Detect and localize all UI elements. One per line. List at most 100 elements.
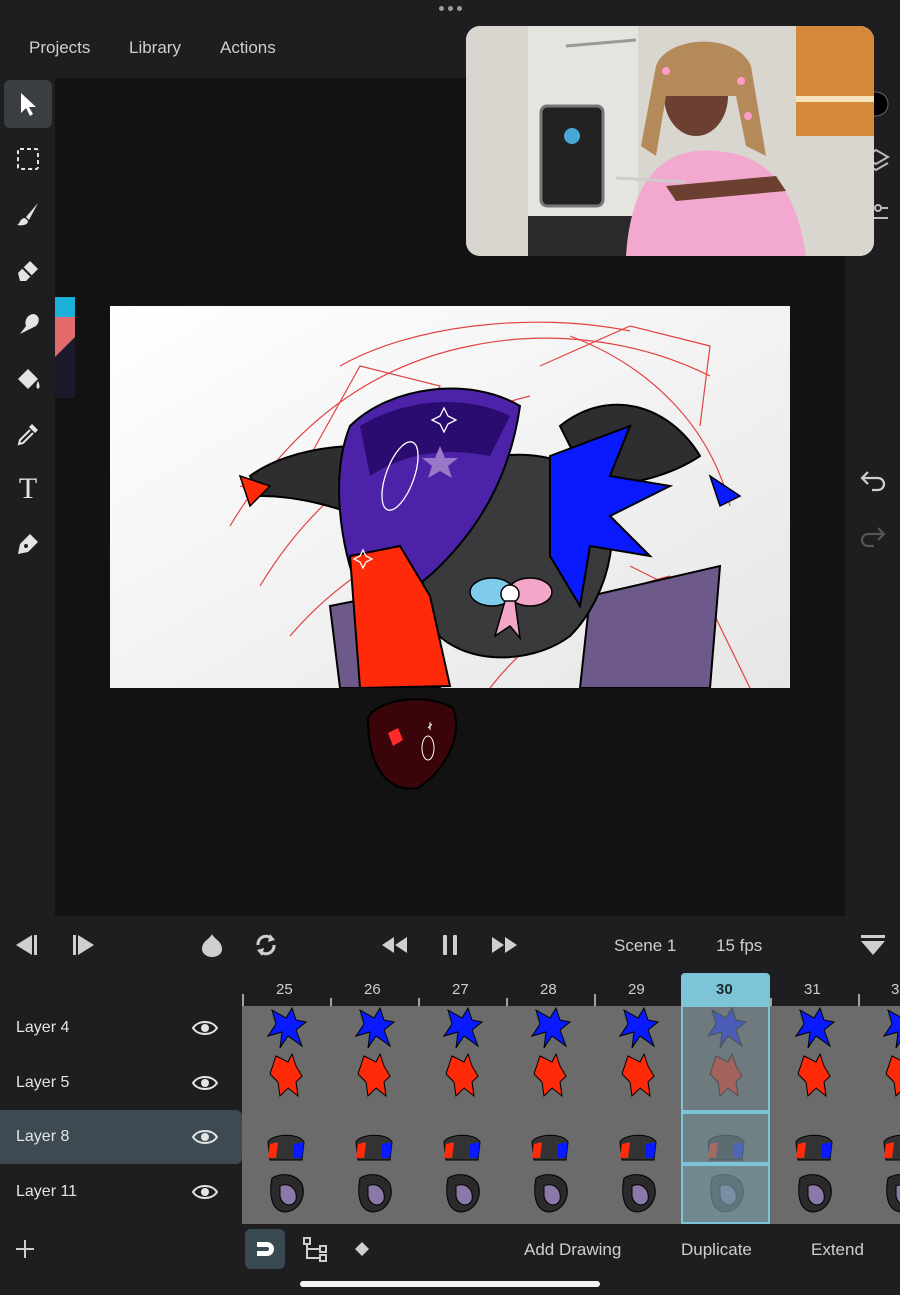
frame-column[interactable] [506,1006,594,1224]
frame-column[interactable] [858,1006,900,1224]
menu-library[interactable]: Library [129,38,181,58]
pause-button[interactable] [434,930,466,960]
ruler-ticks [242,994,860,1006]
video-pip[interactable] [466,26,874,256]
keyframe-diamond-icon[interactable] [354,1241,370,1257]
frame-thumb-layer11[interactable] [878,1170,900,1216]
frame-thumb-layer8[interactable] [350,1124,398,1170]
duplicate-button[interactable]: Duplicate [681,1240,752,1260]
frame-thumb-layer11[interactable] [790,1170,838,1216]
layer-row[interactable]: Layer 11 [0,1165,242,1219]
frame-number[interactable]: 27 [452,981,469,998]
rewind-button[interactable] [378,930,410,960]
loop-button[interactable] [250,930,282,960]
pen-nib-icon [18,534,38,554]
frame-thumb-layer4[interactable] [526,1006,574,1052]
layer-name: Layer 8 [16,1128,70,1145]
scene-selector[interactable]: Scene 1 [614,936,676,956]
text-tool[interactable]: T [4,465,52,513]
frame-thumb-layer4[interactable] [790,1006,838,1052]
arrow-pointer-icon [21,93,36,116]
frame-thumb-layer8[interactable] [526,1124,574,1170]
add-drawing-button[interactable]: Add Drawing [524,1240,621,1260]
frame-column[interactable] [418,1006,506,1224]
add-layer-icon[interactable] [14,1238,36,1260]
visibility-eye-icon[interactable] [192,1182,218,1202]
frame-thumb-layer4[interactable] [614,1006,662,1052]
tween-path-icon[interactable] [302,1236,328,1262]
frame-thumb-layer11[interactable] [438,1170,486,1216]
frame-column[interactable] [242,1006,330,1224]
frame-thumb-layer4[interactable] [878,1006,900,1052]
frame-grid[interactable] [242,1006,900,1224]
frame-thumb-layer5[interactable] [438,1052,486,1098]
frame-thumb-layer8[interactable] [878,1124,900,1170]
layer-list: Layer 4 Layer 5 Layer 8 Layer 11 [0,974,242,1224]
onion-skin-icon [202,934,222,957]
eyedropper-tool[interactable] [4,410,52,458]
frame-thumb-layer5[interactable] [350,1052,398,1098]
next-frame-button[interactable] [68,930,100,960]
visibility-eye-icon[interactable] [192,1127,218,1147]
frame-thumb-layer11[interactable] [262,1170,310,1216]
multitask-grabber[interactable] [436,6,464,16]
frame-number[interactable]: 3 [891,981,899,998]
layer-row-selected[interactable]: Layer 8 [0,1110,242,1164]
timeline-collapse-button[interactable] [857,930,889,960]
frame-column[interactable] [594,1006,682,1224]
current-frame-number[interactable]: 30 [716,981,733,998]
frame-thumb-layer5[interactable] [526,1052,574,1098]
prev-frame-icon [16,935,37,955]
menu-actions[interactable]: Actions [220,38,276,58]
frame-column[interactable] [770,1006,858,1224]
frame-thumb-layer11[interactable] [350,1170,398,1216]
frame-thumb-layer5[interactable] [262,1052,310,1098]
frame-ruler[interactable] [242,974,900,1006]
frame-number[interactable]: 26 [364,981,381,998]
layer-row[interactable]: Layer 4 [0,1001,242,1055]
frame-thumb-layer5[interactable] [878,1052,900,1098]
brush-tool[interactable] [4,190,52,238]
frame-thumb-layer5[interactable] [790,1052,838,1098]
frame-thumb-layer4[interactable] [438,1006,486,1052]
timeline-collapse-icon [861,935,885,955]
frame-thumb-layer4[interactable] [350,1006,398,1052]
next-frame-icon [73,935,94,955]
frame-thumb-layer11[interactable] [614,1170,662,1216]
fast-forward-button[interactable] [489,930,521,960]
fill-tool[interactable] [4,355,52,403]
adjacent-scene-thumbnail[interactable] [55,297,75,398]
pen-tool[interactable] [4,520,52,568]
frame-thumb-layer11[interactable] [526,1170,574,1216]
redo-icon[interactable] [858,522,888,548]
smudge-tool[interactable] [4,300,52,348]
drawing-canvas[interactable] [110,306,790,688]
frame-number[interactable]: 25 [276,981,293,998]
snap-mode-button[interactable] [245,1229,285,1269]
prev-frame-button[interactable] [10,930,42,960]
frame-thumb-layer8[interactable] [614,1124,662,1170]
extend-button[interactable]: Extend [811,1240,864,1260]
visibility-eye-icon[interactable] [192,1018,218,1038]
frame-thumb-layer8[interactable] [438,1124,486,1170]
frame-thumb-layer8[interactable] [790,1124,838,1170]
frame-number[interactable]: 29 [628,981,645,998]
eraser-tool[interactable] [4,245,52,293]
marquee-tool[interactable] [4,135,52,183]
fps-selector[interactable]: 15 fps [716,936,762,956]
menu-projects[interactable]: Projects [29,38,90,58]
onion-skin-button[interactable] [196,930,228,960]
select-tool[interactable] [4,80,52,128]
undo-icon[interactable] [858,466,888,492]
frame-thumb-layer8[interactable] [262,1124,310,1170]
frame-thumb-layer5[interactable] [614,1052,662,1098]
frame-number[interactable]: 31 [804,981,821,998]
tool-bar: T [0,78,55,916]
layer-row[interactable]: Layer 5 [0,1056,242,1110]
frame-number[interactable]: 28 [540,981,557,998]
frame-column[interactable] [330,1006,418,1224]
visibility-eye-icon[interactable] [192,1073,218,1093]
frame-thumb-layer4[interactable] [262,1006,310,1052]
eraser-icon [18,261,38,281]
home-indicator[interactable] [300,1281,600,1287]
